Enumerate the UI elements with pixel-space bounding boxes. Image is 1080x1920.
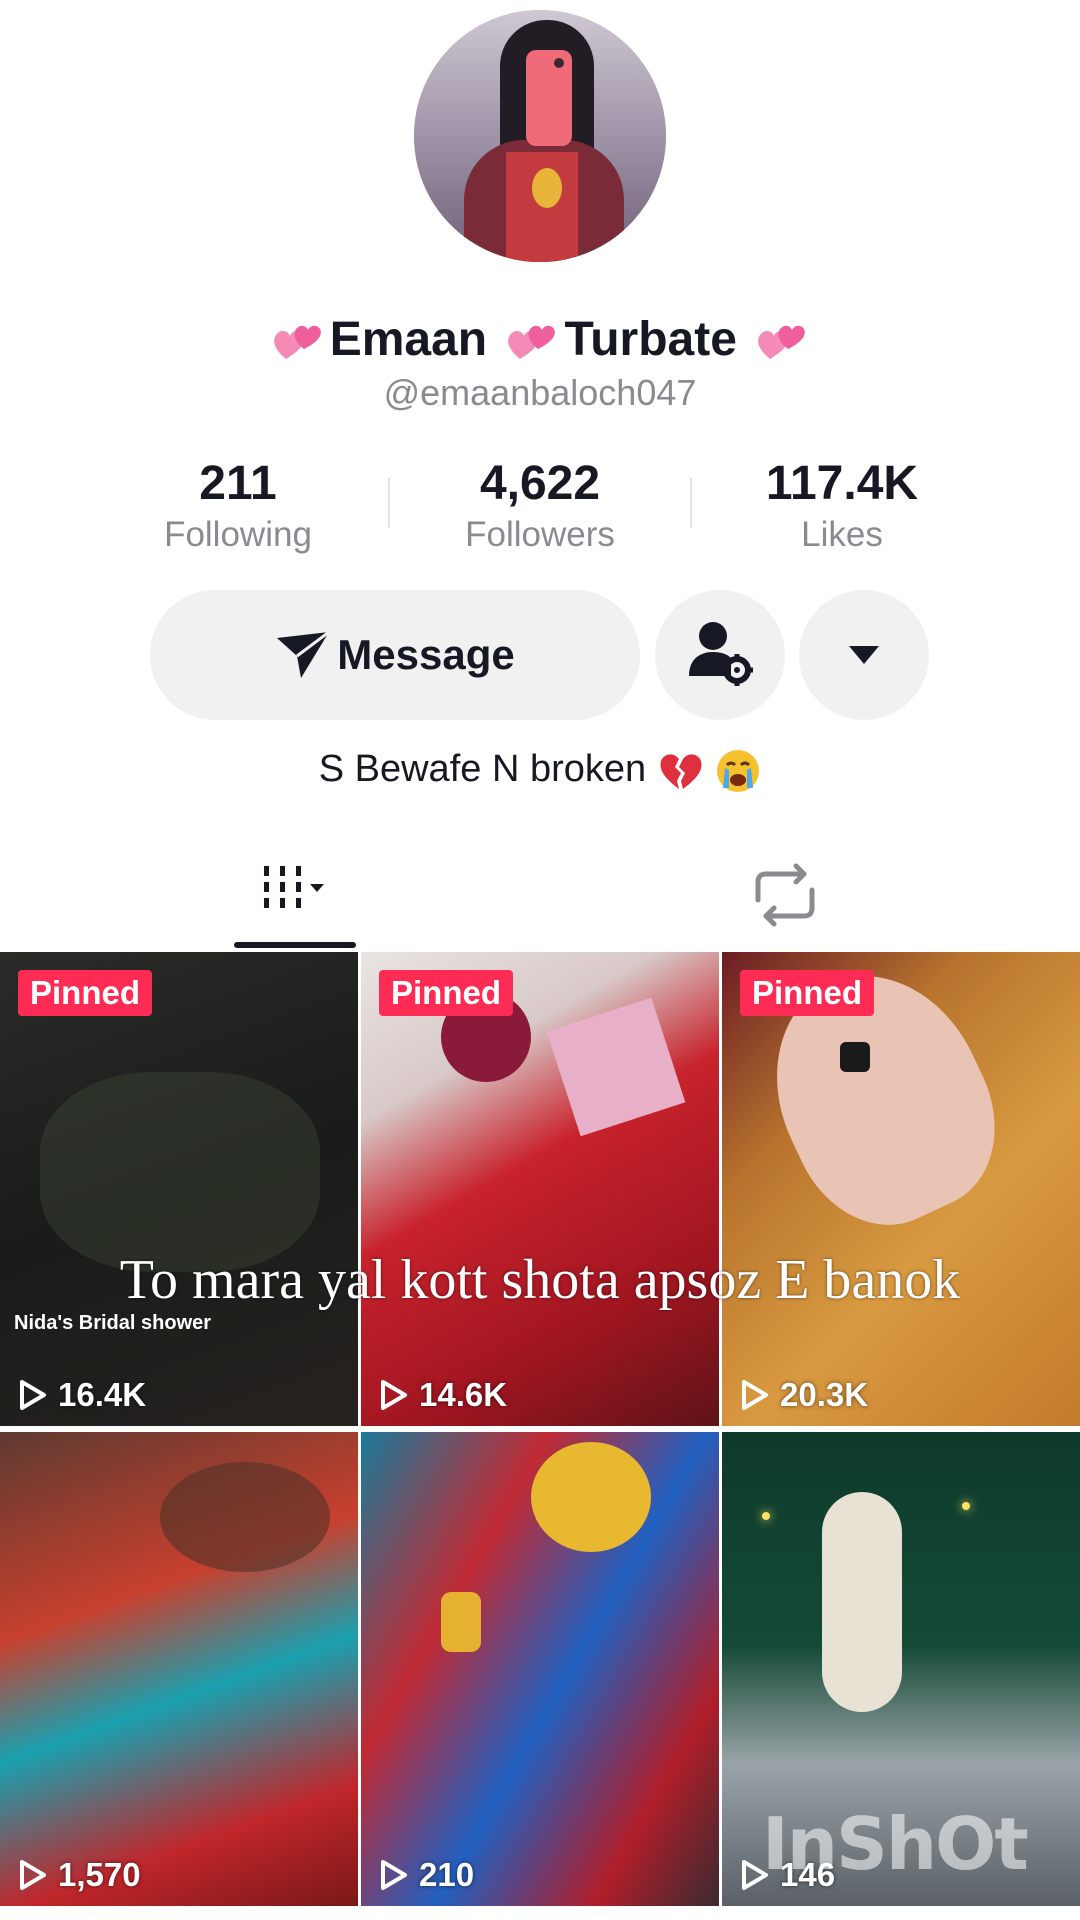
- video-tile[interactable]: Pinned 14.6K: [361, 952, 719, 1426]
- video-caption: Nida's Bridal shower: [14, 1312, 212, 1334]
- play-icon: [381, 1380, 407, 1410]
- stat-followers[interactable]: 4,622 Followers: [410, 456, 670, 558]
- pinned-badge: Pinned: [740, 970, 875, 1016]
- bio-text: S Bewafe N broken: [318, 748, 647, 791]
- display-name: Emaan Turbate: [0, 310, 1080, 370]
- play-icon: [20, 1380, 46, 1410]
- likes-count: 117.4K: [765, 457, 919, 510]
- tab-reposts[interactable]: [700, 840, 870, 950]
- inshot-watermark: InShOt: [762, 1802, 1029, 1886]
- message-label: Message: [337, 631, 515, 678]
- active-tab-indicator: [234, 942, 356, 948]
- view-count-text: 210: [419, 1856, 475, 1893]
- more-options-button[interactable]: [799, 590, 929, 720]
- profile-bio: S Bewafe N broken: [0, 748, 1080, 794]
- following-label: Following: [164, 515, 312, 554]
- crying-face-icon: [717, 750, 760, 792]
- pinned-badge: Pinned: [18, 970, 153, 1016]
- display-name-part1: Emaan: [329, 313, 488, 366]
- repost-icon: [755, 863, 815, 927]
- view-count: 1,570: [18, 1856, 141, 1894]
- view-count-text: 16.4K: [58, 1376, 147, 1413]
- user-settings-icon: [689, 622, 753, 686]
- two-hearts-icon: [508, 326, 556, 360]
- play-icon: [381, 1860, 407, 1890]
- broken-heart-icon: [660, 754, 702, 789]
- video-tile[interactable]: Pinned Nida's Bridal shower 16.4K: [0, 952, 358, 1426]
- pinned-badge: Pinned: [379, 970, 514, 1016]
- likes-label: Likes: [801, 515, 883, 554]
- view-count: 16.4K: [18, 1376, 146, 1414]
- username-handle: @emaanbaloch047: [383, 372, 697, 413]
- view-count: 210: [379, 1856, 474, 1894]
- video-tile[interactable]: 1,570: [0, 1432, 358, 1906]
- message-button[interactable]: Message: [150, 590, 640, 720]
- stat-likes[interactable]: 117.4K Likes: [712, 456, 972, 558]
- profile-avatar[interactable]: [414, 10, 666, 262]
- view-count-text: 20.3K: [780, 1376, 869, 1413]
- stat-following[interactable]: 211 Following: [108, 456, 368, 558]
- view-count-text: 1,570: [58, 1856, 141, 1893]
- followers-label: Followers: [465, 515, 615, 554]
- add-friend-button[interactable]: [655, 590, 785, 720]
- video-tile[interactable]: Pinned 20.3K: [722, 952, 1080, 1426]
- view-count: 20.3K: [740, 1376, 868, 1414]
- view-count: 14.6K: [379, 1376, 507, 1414]
- two-hearts-icon: [273, 326, 321, 360]
- grid-icon: [264, 866, 324, 908]
- stat-divider: [690, 478, 692, 528]
- play-icon: [742, 1380, 768, 1410]
- tab-videos[interactable]: [190, 840, 400, 950]
- caret-down-icon: [849, 646, 879, 664]
- stat-divider: [388, 478, 390, 528]
- play-icon: [20, 1860, 46, 1890]
- view-count-text: 14.6K: [419, 1376, 508, 1413]
- display-name-part2: Turbate: [564, 313, 737, 366]
- video-overlay-caption: To mara yal kott shota apsoz E banok: [119, 1249, 961, 1311]
- two-hearts-icon: [758, 326, 806, 360]
- followers-count: 4,622: [479, 457, 601, 510]
- following-count: 211: [199, 457, 277, 510]
- send-icon: [277, 630, 331, 678]
- video-tile[interactable]: 210: [361, 1432, 719, 1906]
